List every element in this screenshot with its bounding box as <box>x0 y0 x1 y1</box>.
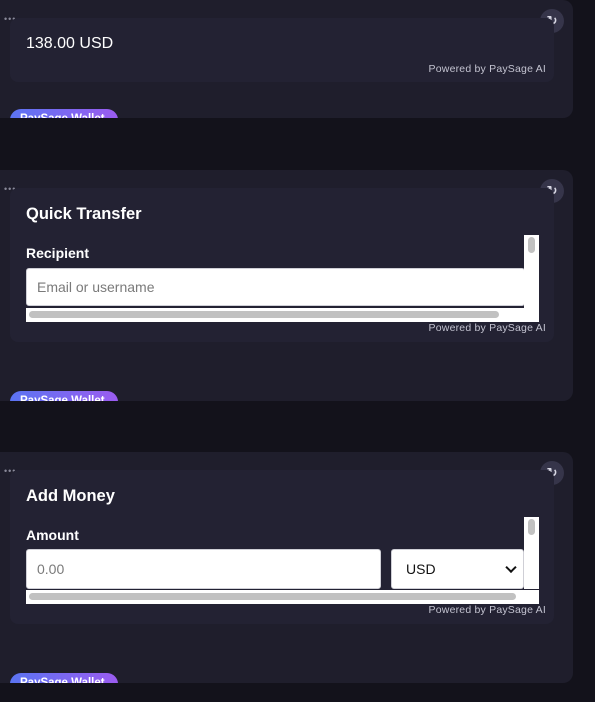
amount-input[interactable] <box>26 549 381 589</box>
brand-badge: PaySage Wallet <box>10 391 118 401</box>
embedded-form-frame: Amount USD <box>26 517 539 604</box>
balance-card: 138.00 USD Powered by PaySage AI <box>10 18 554 82</box>
chevron-down-icon <box>505 561 517 574</box>
vertical-scrollbar-thumb[interactable] <box>528 237 535 253</box>
horizontal-scrollbar[interactable] <box>26 308 525 322</box>
powered-by-label: Powered by PaySage AI <box>428 63 546 75</box>
add-money-card: Add Money Amount USD Powered by PaySage … <box>10 470 554 624</box>
amount-label: Amount <box>26 527 79 543</box>
currency-select[interactable]: USD <box>391 549 524 589</box>
balance-widget: ••• ↻ 138.00 USD Powered by PaySage AI P… <box>0 0 573 118</box>
powered-by-label: Powered by PaySage AI <box>428 604 546 616</box>
currency-select-value: USD <box>406 561 436 577</box>
quick-transfer-widget: ••• ↻ Quick Transfer Recipient Powered b… <box>0 170 573 401</box>
recipient-label: Recipient <box>26 245 90 261</box>
add-money-widget: ••• ↻ Add Money Amount USD Powered by Pa… <box>0 452 573 683</box>
horizontal-scrollbar-thumb[interactable] <box>29 593 516 600</box>
brand-badge: PaySage Wallet <box>10 673 118 683</box>
card-title: Quick Transfer <box>26 205 142 223</box>
horizontal-scrollbar-thumb[interactable] <box>29 311 499 318</box>
vertical-scrollbar[interactable] <box>524 517 539 589</box>
vertical-scrollbar-thumb[interactable] <box>528 519 535 535</box>
powered-by-label: Powered by PaySage AI <box>428 322 546 334</box>
quick-transfer-card: Quick Transfer Recipient Powered by PayS… <box>10 188 554 342</box>
vertical-scrollbar[interactable] <box>524 235 539 322</box>
recipient-input[interactable] <box>26 268 525 306</box>
horizontal-scrollbar[interactable] <box>26 590 539 604</box>
embedded-form-frame: Recipient <box>26 235 539 322</box>
brand-badge: PaySage Wallet <box>10 109 118 118</box>
balance-amount: 138.00 USD <box>26 35 114 52</box>
card-title: Add Money <box>26 487 115 505</box>
